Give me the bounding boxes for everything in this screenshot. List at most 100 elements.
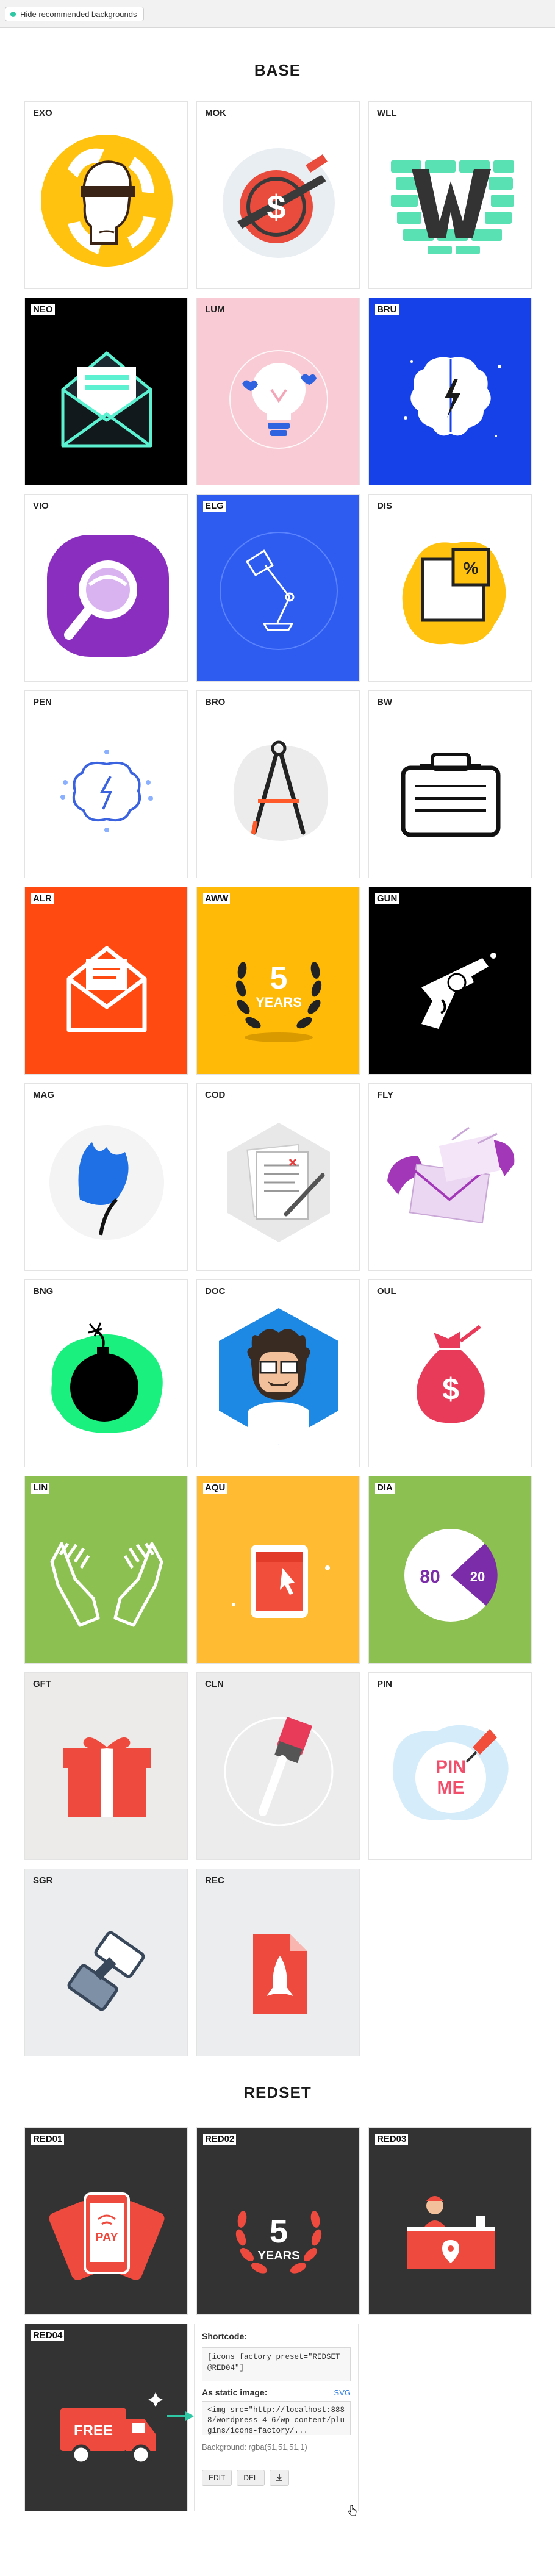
icon-card-oul[interactable]: $ OUL [368, 1279, 532, 1467]
aww-word: YEARS [256, 995, 302, 1010]
pin-pin-me-icon: PIN ME [393, 1725, 509, 1820]
svg-text:$: $ [267, 188, 285, 226]
card-label: MOK [205, 108, 226, 118]
exo-boxer-icon [41, 135, 173, 267]
icon-card-lin[interactable]: LIN [24, 1476, 188, 1664]
sgr-sugar-cubes-icon [67, 1931, 145, 2011]
card-label: NEO [31, 304, 55, 315]
bw-briefcase-icon [401, 753, 501, 837]
card-label: DIA [375, 1483, 395, 1494]
icon-card-gft[interactable]: GFT [24, 1672, 188, 1860]
icon-card-bro[interactable]: BRO [196, 690, 360, 878]
icon-card-exo[interactable]: EXO [24, 101, 188, 289]
icon-card-rec[interactable]: REC [196, 1869, 360, 2056]
icon-card-alr[interactable]: ALR [24, 887, 188, 1075]
svg-text:%: % [464, 559, 479, 578]
card-label: OUL [377, 1286, 396, 1297]
icon-card-gun[interactable]: GUN [368, 887, 532, 1075]
red02-anniversary-wreath-icon: 5 YEARS [235, 2211, 322, 2274]
icon-card-red01[interactable]: PAY RED01 [24, 2127, 188, 2315]
red02-word: YEARS [258, 2249, 300, 2263]
card-label: VIO [33, 501, 49, 511]
icon-card-pin[interactable]: PIN ME PIN [368, 1672, 532, 1860]
shortcode-heading: Shortcode: [202, 2331, 247, 2341]
card-label: RED02 [203, 2134, 237, 2145]
rec-document-rocket-icon [253, 1934, 307, 2014]
icon-card-mok[interactable]: $ MOK [196, 101, 360, 289]
gft-gift-icon [63, 1737, 151, 1817]
delete-button[interactable]: DEL [237, 2470, 265, 2486]
icon-card-vio[interactable]: VIO [24, 494, 188, 682]
red01-mobile-pay-icon: PAY [49, 2192, 165, 2280]
dia-right-value: 20 [470, 1569, 485, 1584]
icon-card-sgr[interactable]: SGR [24, 1869, 188, 2056]
icon-card-dia[interactable]: 80 20 DIA [368, 1476, 532, 1664]
hide-backgrounds-toggle[interactable]: Hide recommended backgrounds [5, 7, 144, 21]
icon-detail-panel: Shortcode: [icons_factory preset="REDSET… [194, 2324, 359, 2511]
pin-line1: PIN [435, 1757, 466, 1777]
bru-brain-icon [404, 357, 501, 437]
shortcode-field[interactable]: [icons_factory preset="REDSET @RED04"] [202, 2347, 351, 2381]
icon-card-red04[interactable]: FREE RED04 [24, 2324, 188, 2511]
card-label: GFT [33, 1679, 51, 1689]
card-label: AQU [203, 1483, 227, 1494]
dia-pie-diagram-icon: 80 20 [404, 1529, 498, 1622]
icon-card-pen[interactable]: PEN [24, 690, 188, 878]
card-label: LIN [31, 1483, 50, 1494]
section-title-base: BASE [254, 61, 301, 79]
arrow-right-icon [167, 2411, 194, 2421]
card-label: RED04 [31, 2330, 65, 2341]
icon-card-wll[interactable]: WLL [368, 101, 532, 289]
card-label: PIN [377, 1679, 393, 1689]
red04-delivery-truck-icon: FREE [60, 2392, 163, 2465]
icon-card-neo[interactable]: NEO [24, 298, 188, 485]
icon-card-red03[interactable]: RED03 [368, 2127, 532, 2315]
lin-gloves-icon [50, 1542, 163, 1627]
icon-card-aqu[interactable]: AQU [196, 1476, 360, 1664]
download-button[interactable] [269, 2470, 289, 2486]
card-label: BRO [205, 697, 226, 707]
neo-mail-icon [61, 351, 152, 448]
icon-card-cod[interactable]: COD [196, 1083, 360, 1271]
gun-revolver-icon [421, 953, 496, 1029]
card-label: BW [377, 697, 392, 707]
icon-card-fly[interactable]: FLY [368, 1083, 532, 1271]
icon-card-bng[interactable]: BNG [24, 1279, 188, 1467]
card-label: RED01 [31, 2134, 65, 2145]
icon-card-red02[interactable]: 5 YEARS RED02 [196, 2127, 360, 2315]
svg-download-link[interactable]: SVG [334, 2388, 351, 2397]
aww-number: 5 [270, 961, 288, 996]
card-label: PEN [33, 697, 52, 707]
icon-card-aww[interactable]: 5 YEARS AWW [196, 887, 360, 1075]
icon-card-cln[interactable]: CLN [196, 1672, 360, 1860]
icon-card-mag[interactable]: MAG [24, 1083, 188, 1271]
aww-anniversary-wreath-icon: 5 YEARS [235, 961, 322, 1042]
edit-button[interactable]: EDIT [202, 2470, 232, 2486]
red02-number: 5 [270, 2213, 288, 2250]
static-image-field[interactable]: <img src="http://localhost:8888/wordpres… [202, 2401, 351, 2435]
dia-left-value: 80 [420, 1567, 440, 1587]
icon-card-doc[interactable]: DOC [196, 1279, 360, 1467]
icon-card-bru[interactable]: BRU [368, 298, 532, 485]
background-value: Background: rgba(51,51,51,1) [202, 2442, 307, 2452]
icon-card-bw[interactable]: BW [368, 690, 532, 878]
card-label: MAG [33, 1090, 54, 1100]
pen-brain-idea-icon [60, 750, 153, 832]
static-image-heading: As static image: [202, 2388, 268, 2397]
wll-wall-letter-icon [391, 160, 514, 254]
section-title-redset: REDSET [243, 2083, 312, 2102]
top-toolbar: Hide recommended backgrounds [0, 0, 555, 28]
bro-compass-icon [233, 740, 328, 841]
doc-doctor-icon [219, 1308, 338, 1445]
cln-paint-brush-icon [224, 1716, 334, 1826]
card-label: DOC [205, 1286, 226, 1297]
icon-card-lum[interactable]: LUM [196, 298, 360, 485]
dis-discount-tag-icon: % [402, 542, 506, 645]
mag-leaf-icon [49, 1125, 164, 1240]
card-label: COD [205, 1090, 226, 1100]
icon-card-dis[interactable]: % DIS [368, 494, 532, 682]
hand-cursor-icon [348, 2505, 357, 2516]
download-icon [276, 2474, 282, 2481]
aqu-shop-tablet-icon [232, 1545, 330, 1618]
icon-card-elg[interactable]: ELG [196, 494, 360, 682]
